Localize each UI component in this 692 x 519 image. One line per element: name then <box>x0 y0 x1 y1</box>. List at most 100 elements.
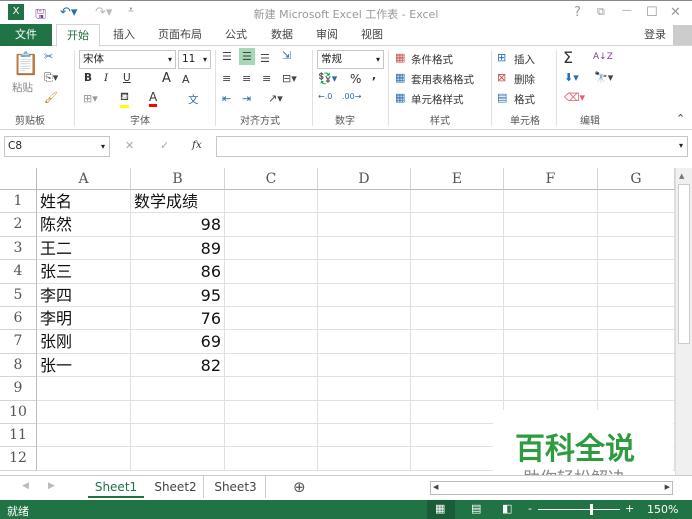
cell-B7[interactable]: 69 <box>131 330 225 354</box>
cell-E2[interactable] <box>411 213 504 237</box>
close-button[interactable]: ✕ <box>670 5 681 20</box>
column-header-E[interactable]: E <box>411 168 504 190</box>
cell-C5[interactable] <box>225 283 318 307</box>
row-header-4[interactable]: 4 <box>0 260 37 284</box>
accounting-format-icon[interactable]: 💱▾ <box>318 72 337 85</box>
cell-B4[interactable]: 86 <box>131 260 225 284</box>
row-header-5[interactable]: 5 <box>0 283 37 307</box>
cell-D8[interactable] <box>318 353 411 378</box>
cell-F6[interactable] <box>504 307 598 331</box>
add-sheet-icon[interactable]: ⊕ <box>293 478 306 496</box>
cell-G3[interactable] <box>598 236 675 261</box>
grow-font-button[interactable]: A <box>162 71 171 86</box>
tab-home[interactable]: 开始 <box>56 24 100 47</box>
comma-button[interactable]: , <box>372 70 376 82</box>
vertical-scroll-thumb[interactable] <box>678 184 690 344</box>
collapse-ribbon-icon[interactable]: ⌃ <box>676 112 685 125</box>
cell-D12[interactable] <box>318 447 411 471</box>
cell-E9[interactable] <box>411 377 504 401</box>
cell-B9[interactable] <box>131 377 225 401</box>
cancel-icon[interactable]: ✕ <box>125 139 134 152</box>
enter-icon[interactable]: ✓ <box>160 139 169 152</box>
delete-cells-button[interactable]: 删除 <box>514 72 535 87</box>
column-header-F[interactable]: F <box>504 168 598 190</box>
maximize-button[interactable]: ☐ <box>646 5 658 20</box>
cell-C10[interactable] <box>225 400 318 424</box>
cell-G9[interactable] <box>598 377 675 401</box>
column-header-C[interactable]: C <box>225 168 318 190</box>
next-sheet-icon[interactable]: ▶ <box>48 481 55 491</box>
cell-B2[interactable]: 98 <box>131 213 225 237</box>
clear-icon[interactable]: ⌫▾ <box>564 91 585 104</box>
zoom-slider[interactable] <box>538 509 620 510</box>
align-middle-icon[interactable]: ☰ <box>239 48 255 65</box>
row-header-12[interactable]: 12 <box>0 447 37 471</box>
cell-G7[interactable] <box>598 330 675 354</box>
zoom-slider-thumb[interactable] <box>590 504 593 515</box>
align-right-icon[interactable]: ≡ <box>262 72 271 85</box>
align-left-icon[interactable]: ≡ <box>222 72 231 85</box>
cell-E5[interactable] <box>411 283 504 307</box>
cell-C9[interactable] <box>225 377 318 401</box>
cell-B10[interactable] <box>131 400 225 424</box>
cell-A12[interactable] <box>37 447 131 471</box>
cell-A9[interactable] <box>37 377 131 401</box>
ribbon-display-button[interactable]: ⧉ <box>597 5 605 19</box>
sheet-tab-3[interactable]: Sheet3 <box>206 476 266 498</box>
tab-file[interactable]: 文件 <box>0 24 52 46</box>
cell-D2[interactable] <box>318 213 411 237</box>
cell-F8[interactable] <box>504 353 598 378</box>
format-painter-icon[interactable]: 🖌 <box>44 91 58 104</box>
cell-E7[interactable] <box>411 330 504 354</box>
cell-B1[interactable]: 数学成绩 <box>131 190 225 214</box>
cell-styles-button[interactable]: 单元格样式 <box>411 92 464 107</box>
tab-data[interactable]: 数据 <box>262 24 302 46</box>
tab-formulas[interactable]: 公式 <box>216 24 256 46</box>
cell-D1[interactable] <box>318 190 411 214</box>
minimize-button[interactable]: — <box>622 5 632 16</box>
cell-E3[interactable] <box>411 236 504 261</box>
cell-C1[interactable] <box>225 190 318 214</box>
copy-icon[interactable]: ⎘▾ <box>44 71 58 85</box>
insert-function-button[interactable]: fx <box>192 139 202 151</box>
cell-B3[interactable]: 89 <box>131 236 225 261</box>
decrease-decimal-icon[interactable]: .00→ <box>342 92 361 101</box>
percent-button[interactable]: % <box>350 72 361 86</box>
fill-color-icon[interactable]: ⛾ <box>120 90 129 108</box>
zoom-in-button[interactable]: + <box>625 502 634 515</box>
cell-E4[interactable] <box>411 260 504 284</box>
row-header-9[interactable]: 9 <box>0 377 37 401</box>
row-header-8[interactable]: 8 <box>0 353 37 378</box>
cell-B8[interactable]: 82 <box>131 353 225 378</box>
cell-F1[interactable] <box>504 190 598 214</box>
font-color-button[interactable]: A <box>149 90 158 107</box>
orientation-icon[interactable]: ↗▾ <box>268 92 283 105</box>
paste-icon[interactable]: 📋 <box>12 52 39 77</box>
cell-G5[interactable] <box>598 283 675 307</box>
cell-C6[interactable] <box>225 307 318 331</box>
cell-F3[interactable] <box>504 236 598 261</box>
row-header-6[interactable]: 6 <box>0 307 37 331</box>
number-format-select[interactable]: 常规 ▾ <box>317 50 384 69</box>
cell-D4[interactable] <box>318 260 411 284</box>
cell-C8[interactable] <box>225 353 318 378</box>
cell-D10[interactable] <box>318 400 411 424</box>
cell-C7[interactable] <box>225 330 318 354</box>
sort-filter-button[interactable]: A↓Z <box>593 52 613 62</box>
column-header-D[interactable]: D <box>318 168 411 190</box>
fill-icon[interactable]: ⬇▾ <box>564 71 579 84</box>
cell-D9[interactable] <box>318 377 411 401</box>
prev-sheet-icon[interactable]: ◀ <box>22 481 29 491</box>
horizontal-scrollbar[interactable]: ◀ ▶ <box>430 481 673 495</box>
row-header-1[interactable]: 1 <box>0 190 37 214</box>
avatar[interactable] <box>673 25 692 45</box>
sign-in-link[interactable]: 登录 <box>638 24 672 46</box>
cell-G2[interactable] <box>598 213 675 237</box>
cell-D6[interactable] <box>318 307 411 331</box>
select-all-corner[interactable] <box>0 168 37 190</box>
cell-A3[interactable]: 王二 <box>37 236 131 261</box>
cell-A6[interactable]: 李明 <box>37 307 131 331</box>
cell-A1[interactable]: 姓名 <box>37 190 131 214</box>
cell-F4[interactable] <box>504 260 598 284</box>
cell-F2[interactable] <box>504 213 598 237</box>
